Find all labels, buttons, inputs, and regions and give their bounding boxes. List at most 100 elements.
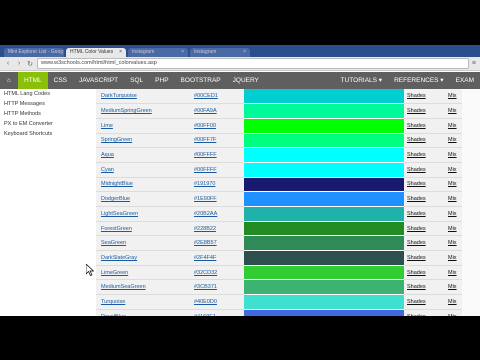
- shades-link[interactable]: Shades: [404, 235, 444, 252]
- shades-link[interactable]: Shades: [404, 309, 444, 316]
- mix-link[interactable]: Mix: [444, 177, 462, 193]
- color-hex-link[interactable]: #3CB371: [192, 279, 244, 296]
- color-hex-link[interactable]: #2F4F4F: [192, 250, 244, 266]
- color-name-link[interactable]: DarkTurquoise: [96, 89, 192, 105]
- color-hex-link[interactable]: #00FFFF: [192, 162, 244, 178]
- color-name-link[interactable]: ForestGreen: [96, 221, 192, 237]
- shades-link[interactable]: Shades: [404, 133, 444, 149]
- back-arrow-icon[interactable]: ‹: [4, 60, 12, 67]
- shades-link[interactable]: Shades: [404, 206, 444, 222]
- nav-item-css[interactable]: CSS: [48, 72, 73, 89]
- shades-link[interactable]: Shades: [404, 265, 444, 281]
- color-name-link[interactable]: DarkSlateGray: [96, 250, 192, 266]
- home-icon[interactable]: ⌂: [0, 72, 18, 89]
- mix-link[interactable]: Mix: [444, 265, 462, 281]
- shades-link[interactable]: Shades: [404, 250, 444, 266]
- nav-item-bootstrap[interactable]: BOOTSTRAP: [175, 72, 227, 89]
- color-hex-link[interactable]: #00FF00: [192, 118, 244, 134]
- nav-item-php[interactable]: PHP: [149, 72, 174, 89]
- color-hex-link[interactable]: #00FA9A: [192, 103, 244, 119]
- shades-link[interactable]: Shades: [404, 118, 444, 134]
- mix-link[interactable]: Mix: [444, 191, 462, 207]
- color-name-link[interactable]: SeaGreen: [96, 235, 192, 252]
- mix-link[interactable]: Mix: [444, 250, 462, 266]
- nav-item-references[interactable]: REFERENCES ▾: [388, 72, 450, 89]
- mix-link[interactable]: Mix: [444, 221, 462, 237]
- mix-link[interactable]: Mix: [444, 118, 462, 134]
- color-hex-link[interactable]: #1E90FF: [192, 191, 244, 207]
- color-swatch: [244, 250, 404, 266]
- mix-link[interactable]: Mix: [444, 162, 462, 178]
- shades-link[interactable]: Shades: [404, 221, 444, 237]
- nav-item-javascript[interactable]: JAVASCRIPT: [73, 72, 124, 89]
- mix-link[interactable]: Mix: [444, 89, 462, 105]
- color-name-link[interactable]: Lime: [96, 118, 192, 134]
- tab-label: Instagram: [132, 49, 155, 55]
- color-name-link[interactable]: Cyan: [96, 162, 192, 178]
- color-hex-link[interactable]: #00FFFF: [192, 147, 244, 163]
- nav-item-html[interactable]: HTML: [17, 72, 48, 89]
- browser-tab[interactable]: Mini Explorer List - Goog×: [4, 48, 64, 57]
- color-hex-link[interactable]: #00CED1: [192, 89, 244, 105]
- color-hex-link[interactable]: #00FF7F: [192, 133, 244, 149]
- sidebar-link[interactable]: HTTP Methods: [0, 109, 95, 119]
- forward-arrow-icon[interactable]: ›: [15, 60, 23, 67]
- mix-link[interactable]: Mix: [444, 103, 462, 119]
- shades-link[interactable]: Shades: [404, 89, 444, 105]
- browser-tab[interactable]: Instagram ×: [128, 48, 188, 57]
- close-icon[interactable]: ×: [181, 48, 184, 57]
- shades-link[interactable]: Shades: [404, 103, 444, 119]
- sidebar-link[interactable]: PX to EM Converter: [0, 119, 95, 129]
- color-name-link[interactable]: SpringGreen: [96, 133, 192, 149]
- color-name-link[interactable]: DodgerBlue: [96, 191, 192, 207]
- browser-tab-active[interactable]: HTML Color Values ×: [66, 48, 126, 57]
- color-name-link[interactable]: Aqua: [96, 147, 192, 163]
- menu-icon[interactable]: ≡: [472, 60, 476, 67]
- color-name-link[interactable]: LightSeaGreen: [96, 206, 192, 222]
- browser-tab[interactable]: Instagram ×: [190, 48, 250, 57]
- color-swatch: [244, 118, 404, 134]
- table-row: Turquoise #40E0D0 Shades Mix: [96, 294, 462, 310]
- color-name-link[interactable]: Turquoise: [96, 294, 192, 310]
- nav-item-sql[interactable]: SQL: [124, 72, 149, 89]
- shades-link[interactable]: Shades: [404, 294, 444, 310]
- mix-link[interactable]: Mix: [444, 206, 462, 222]
- mix-link[interactable]: Mix: [444, 309, 462, 316]
- color-hex-link[interactable]: #228B22: [192, 221, 244, 237]
- color-hex-link[interactable]: #20B2AA: [192, 206, 244, 222]
- browser-tab-strip: Mini Explorer List - Goog× HTML Color Va…: [0, 45, 480, 57]
- color-swatch: [244, 191, 404, 207]
- mix-link[interactable]: Mix: [444, 147, 462, 163]
- nav-item-jquery[interactable]: JQUERY: [227, 72, 265, 89]
- shades-link[interactable]: Shades: [404, 177, 444, 193]
- mix-link[interactable]: Mix: [444, 235, 462, 252]
- mix-link[interactable]: Mix: [444, 294, 462, 310]
- mix-link[interactable]: Mix: [444, 133, 462, 149]
- close-icon[interactable]: ×: [119, 48, 122, 57]
- shades-link[interactable]: Shades: [404, 162, 444, 178]
- color-name-link[interactable]: RoyalBlue: [96, 309, 192, 316]
- color-hex-link[interactable]: #40E0D0: [192, 294, 244, 310]
- nav-item-exam[interactable]: EXAM: [450, 72, 480, 89]
- color-name-link[interactable]: MediumSpringGreen: [96, 103, 192, 119]
- shades-link[interactable]: Shades: [404, 147, 444, 163]
- sidebar-link[interactable]: Keyboard Shortcuts: [0, 129, 95, 139]
- color-name-link[interactable]: MediumSeaGreen: [96, 279, 192, 296]
- nav-item-tutorials[interactable]: TUTORIALS ▾: [335, 72, 388, 89]
- color-hex-link[interactable]: #4169E1: [192, 309, 244, 316]
- color-name-link[interactable]: LimeGreen: [96, 265, 192, 281]
- color-name-link[interactable]: MidnightBlue: [96, 177, 192, 193]
- close-icon[interactable]: ×: [243, 48, 246, 57]
- url-input[interactable]: www.w3schools.com/html/html_colorvalues.…: [37, 58, 469, 69]
- mix-link[interactable]: Mix: [444, 279, 462, 296]
- color-hex-link[interactable]: #191970: [192, 177, 244, 193]
- shades-link[interactable]: Shades: [404, 279, 444, 296]
- color-swatch: [244, 265, 404, 281]
- reload-icon[interactable]: ↻: [26, 60, 34, 68]
- sidebar-link[interactable]: HTML Lang Codes: [0, 89, 95, 99]
- sidebar-link[interactable]: HTTP Messages: [0, 99, 95, 109]
- color-hex-link[interactable]: #32CD32: [192, 265, 244, 281]
- table-row: DarkSlateGray #2F4F4F Shades Mix: [96, 250, 462, 266]
- color-hex-link[interactable]: #2E8B57: [192, 235, 244, 252]
- shades-link[interactable]: Shades: [404, 191, 444, 207]
